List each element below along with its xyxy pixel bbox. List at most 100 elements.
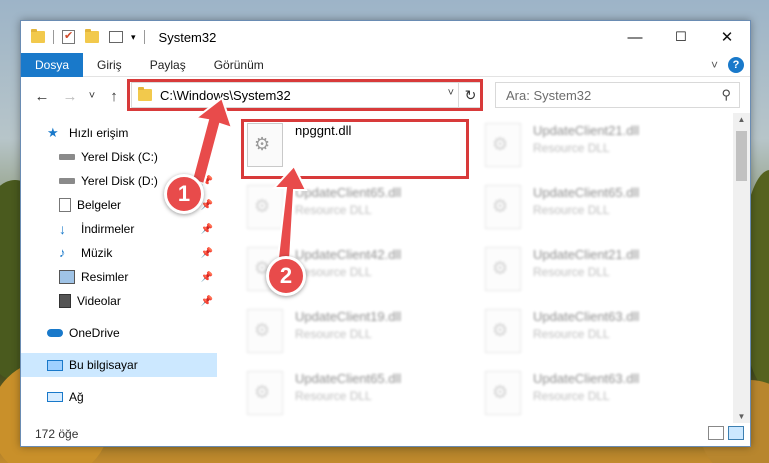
file-name: UpdateClient21.dll (533, 247, 640, 262)
star-icon: ★ (47, 125, 59, 140)
separator (143, 30, 145, 44)
dll-file-icon (247, 371, 283, 415)
sidebar-item-quick-access[interactable]: ★ Hızlı erişim (21, 121, 217, 145)
drive-icon (59, 154, 75, 160)
computer-icon (47, 359, 63, 371)
sidebar-item-this-pc[interactable]: Bu bilgisayar (21, 353, 217, 377)
file-name: UpdateClient65.dll (295, 185, 402, 200)
new-folder-icon[interactable] (85, 29, 99, 43)
close-button[interactable]: ✕ (704, 21, 750, 53)
file-type: Resource DLL (533, 265, 610, 279)
ribbon-tabs: Dosya Giriş Paylaş Görünüm ˅ ? (21, 52, 750, 77)
sidebar-item-network[interactable]: Ağ (21, 385, 217, 409)
large-icons-view-icon[interactable] (728, 426, 744, 440)
tab-home[interactable]: Giriş (83, 53, 136, 77)
file-item[interactable]: UpdateClient21.dll Resource DLL (485, 123, 715, 181)
file-type: Resource DLL (295, 389, 372, 403)
forward-button[interactable]: → (59, 88, 81, 105)
dll-file-icon (485, 309, 521, 353)
sidebar-item-label: Hızlı erişim (69, 126, 129, 140)
file-type: Resource DLL (295, 203, 372, 217)
maximize-button[interactable]: ☐ (658, 21, 704, 53)
file-item[interactable]: UpdateClient19.dll Resource DLL (247, 309, 477, 367)
view-toggle (708, 426, 744, 440)
pin-icon: 📌 (200, 295, 213, 307)
pictures-icon (59, 270, 75, 284)
scrollbar-thumb[interactable] (736, 131, 747, 181)
file-name: UpdateClient63.dll (533, 371, 640, 386)
tab-share[interactable]: Paylaş (136, 53, 200, 77)
file-name: UpdateClient65.dll (295, 371, 402, 386)
title-bar: ▾ System32 — ☐ ✕ (21, 21, 750, 53)
file-item[interactable]: UpdateClient63.dll Resource DLL (485, 309, 715, 367)
help-icon[interactable]: ? (728, 57, 744, 73)
drive-icon (59, 178, 75, 184)
scroll-up-icon[interactable]: ▲ (733, 115, 750, 124)
dll-file-icon (485, 247, 521, 291)
download-icon: ↓ (59, 221, 66, 237)
back-button[interactable]: ← (31, 88, 53, 105)
sidebar-item-label: Belgeler (77, 198, 122, 212)
vertical-scrollbar[interactable]: ▲ ▼ (733, 113, 750, 423)
properties-check-icon[interactable] (62, 29, 75, 44)
file-type: Resource DLL (533, 141, 610, 155)
file-name: UpdateClient21.dll (533, 123, 640, 138)
window-controls: — ☐ ✕ (612, 21, 750, 53)
file-item[interactable]: UpdateClient21.dll Resource DLL (485, 247, 715, 305)
sidebar-item-label: OneDrive (69, 326, 120, 340)
search-placeholder: Ara: System32 (506, 87, 592, 103)
file-type: Resource DLL (295, 327, 372, 341)
sidebar-item-local-disk-c[interactable]: Yerel Disk (C:) 📌 (21, 145, 217, 169)
recent-locations-button[interactable]: ˅ (81, 90, 103, 102)
file-type: Resource DLL (533, 327, 610, 341)
dll-file-icon (485, 185, 521, 229)
dll-file-icon (485, 371, 521, 415)
file-item[interactable]: UpdateClient65.dll Resource DLL (485, 185, 715, 243)
sidebar-item-downloads[interactable]: ↓ İndirmeler 📌 (21, 217, 217, 241)
callout-number-1: 1 (164, 174, 204, 214)
file-name: UpdateClient63.dll (533, 309, 640, 324)
scroll-down-icon[interactable]: ▼ (733, 412, 750, 421)
folder-icon (31, 29, 45, 43)
sidebar-item-label: Yerel Disk (D:) (81, 174, 158, 188)
window-title: System32 (158, 29, 217, 45)
music-icon: ♪ (59, 245, 66, 260)
file-item[interactable]: UpdateClient63.dll Resource DLL (485, 371, 715, 421)
pin-icon: 📌 (200, 247, 213, 259)
pin-icon: 📌 (200, 175, 213, 187)
file-name: UpdateClient65.dll (533, 185, 640, 200)
dll-file-icon (485, 123, 521, 167)
tab-file[interactable]: Dosya (21, 52, 84, 77)
cloud-icon (47, 329, 63, 337)
file-item[interactable]: UpdateClient65.dll Resource DLL (247, 371, 477, 421)
file-name: UpdateClient19.dll (295, 309, 402, 324)
sidebar-item-label: Bu bilgisayar (69, 358, 138, 372)
video-icon (59, 294, 71, 308)
dll-file-icon (247, 185, 283, 229)
sidebar-item-label: Videolar (77, 294, 121, 308)
callout-number-2: 2 (266, 256, 306, 296)
search-input[interactable]: Ara: System32 ⚲ (495, 82, 740, 108)
up-button[interactable]: ↑ (103, 88, 125, 105)
separator (53, 30, 54, 44)
network-icon (47, 392, 63, 402)
navigation-pane: ★ Hızlı erişim Yerel Disk (C:) 📌 Yerel D… (21, 113, 217, 421)
minimize-button[interactable]: — (612, 21, 658, 53)
file-highlight (241, 119, 469, 179)
tab-view[interactable]: Görünüm (200, 53, 278, 77)
pin-icon: 📌 (200, 151, 213, 163)
search-icon[interactable]: ⚲ (721, 87, 731, 103)
details-view-icon[interactable] (708, 426, 724, 440)
address-bar-highlight (127, 79, 483, 111)
sidebar-item-pictures[interactable]: Resimler 📌 (21, 265, 217, 289)
ribbon-right-controls: ˅ ? (711, 57, 744, 73)
toolbar-dropdown-icon[interactable]: ▾ (131, 32, 136, 43)
sidebar-item-videos[interactable]: Videolar 📌 (21, 289, 217, 313)
chevron-down-icon[interactable]: ˅ (711, 58, 718, 72)
pin-icon: 📌 (200, 223, 213, 235)
sidebar-item-music[interactable]: ♪ Müzik 📌 (21, 241, 217, 265)
customize-toolbar-icon[interactable] (109, 31, 123, 43)
file-item[interactable]: UpdateClient65.dll Resource DLL (247, 185, 477, 243)
documents-icon (59, 198, 71, 212)
sidebar-item-onedrive[interactable]: OneDrive (21, 321, 217, 345)
